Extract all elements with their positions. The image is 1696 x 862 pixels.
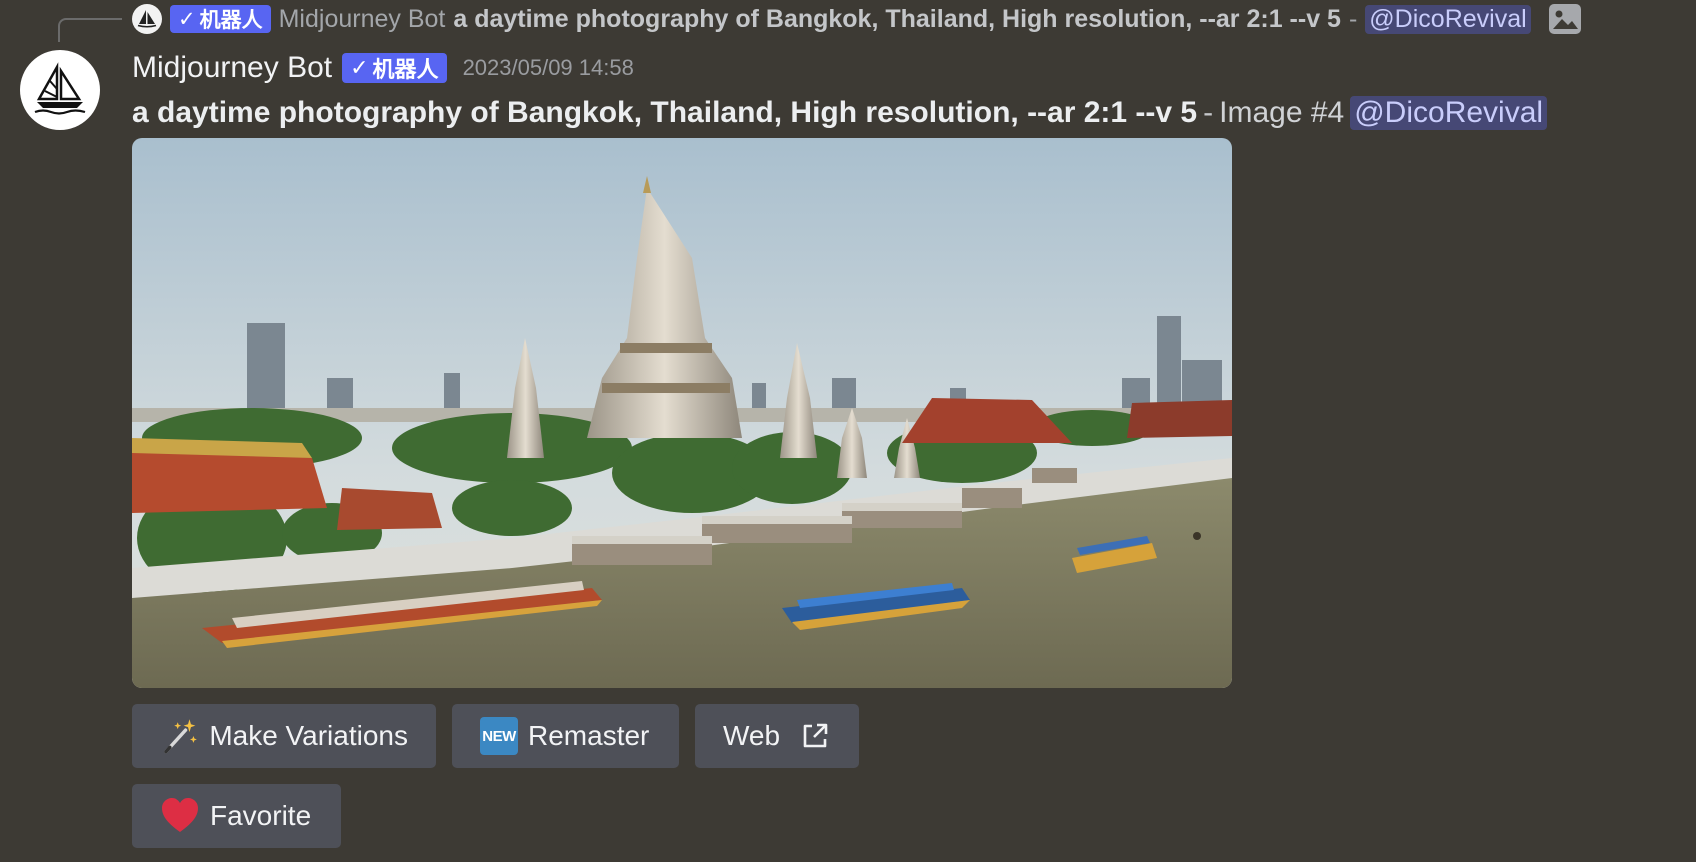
sailboat-icon [137, 10, 157, 28]
bangkok-photo [132, 138, 1232, 688]
bot-tag: ✓ 机器人 [342, 53, 447, 83]
favorite-button[interactable]: Favorite [132, 784, 341, 848]
username[interactable]: Midjourney Bot [132, 51, 332, 85]
reply-bot-tag-label: 机器人 [199, 9, 263, 32]
reply-preview[interactable]: ✓ 机器人 Midjourney Bot a daytime photograp… [132, 2, 1632, 36]
separator: - [1203, 96, 1214, 129]
image-number: Image #4 [1219, 96, 1345, 129]
message-content: a daytime photography of Bangkok, Thaila… [132, 92, 1548, 134]
message-header: Midjourney Bot ✓ 机器人 2023/05/09 14:58 [132, 48, 634, 88]
reply-separator: - [1348, 4, 1358, 33]
remaster-label: Remaster [528, 720, 650, 751]
reply-avatar[interactable] [132, 4, 162, 34]
make-variations-label: Make Variations [209, 720, 408, 751]
web-button[interactable]: Web [695, 704, 859, 768]
new-badge-icon: NEW [480, 717, 518, 755]
reply-mention[interactable]: @DicoRevival [1365, 4, 1531, 34]
image-attachment[interactable] [132, 138, 1232, 688]
reply-prompt: a daytime photography of Bangkok, Thaila… [453, 4, 1341, 33]
favorite-label: Favorite [210, 800, 312, 831]
reply-bot-tag: ✓ 机器人 [170, 5, 271, 33]
timestamp[interactable]: 2023/05/09 14:58 [463, 55, 634, 81]
sailboat-icon [34, 62, 86, 115]
magic-wand-icon [164, 719, 197, 754]
user-mention[interactable]: @DicoRevival [1350, 96, 1548, 130]
reply-spine [58, 18, 122, 42]
web-label: Web [723, 720, 781, 751]
bot-avatar[interactable] [20, 50, 100, 130]
heart-icon [162, 798, 198, 832]
reply-username[interactable]: Midjourney Bot [279, 5, 446, 34]
external-link-icon [803, 723, 828, 748]
prompt-text: a daytime photography of Bangkok, Thaila… [132, 96, 1198, 129]
remaster-button[interactable]: NEW Remaster [452, 704, 679, 768]
make-variations-button[interactable]: Make Variations [132, 704, 436, 768]
bot-tag-label: 机器人 [372, 57, 439, 82]
checkmark-icon: ✓ [178, 7, 196, 31]
checkmark-icon: ✓ [350, 55, 369, 80]
image-icon [1548, 4, 1581, 34]
